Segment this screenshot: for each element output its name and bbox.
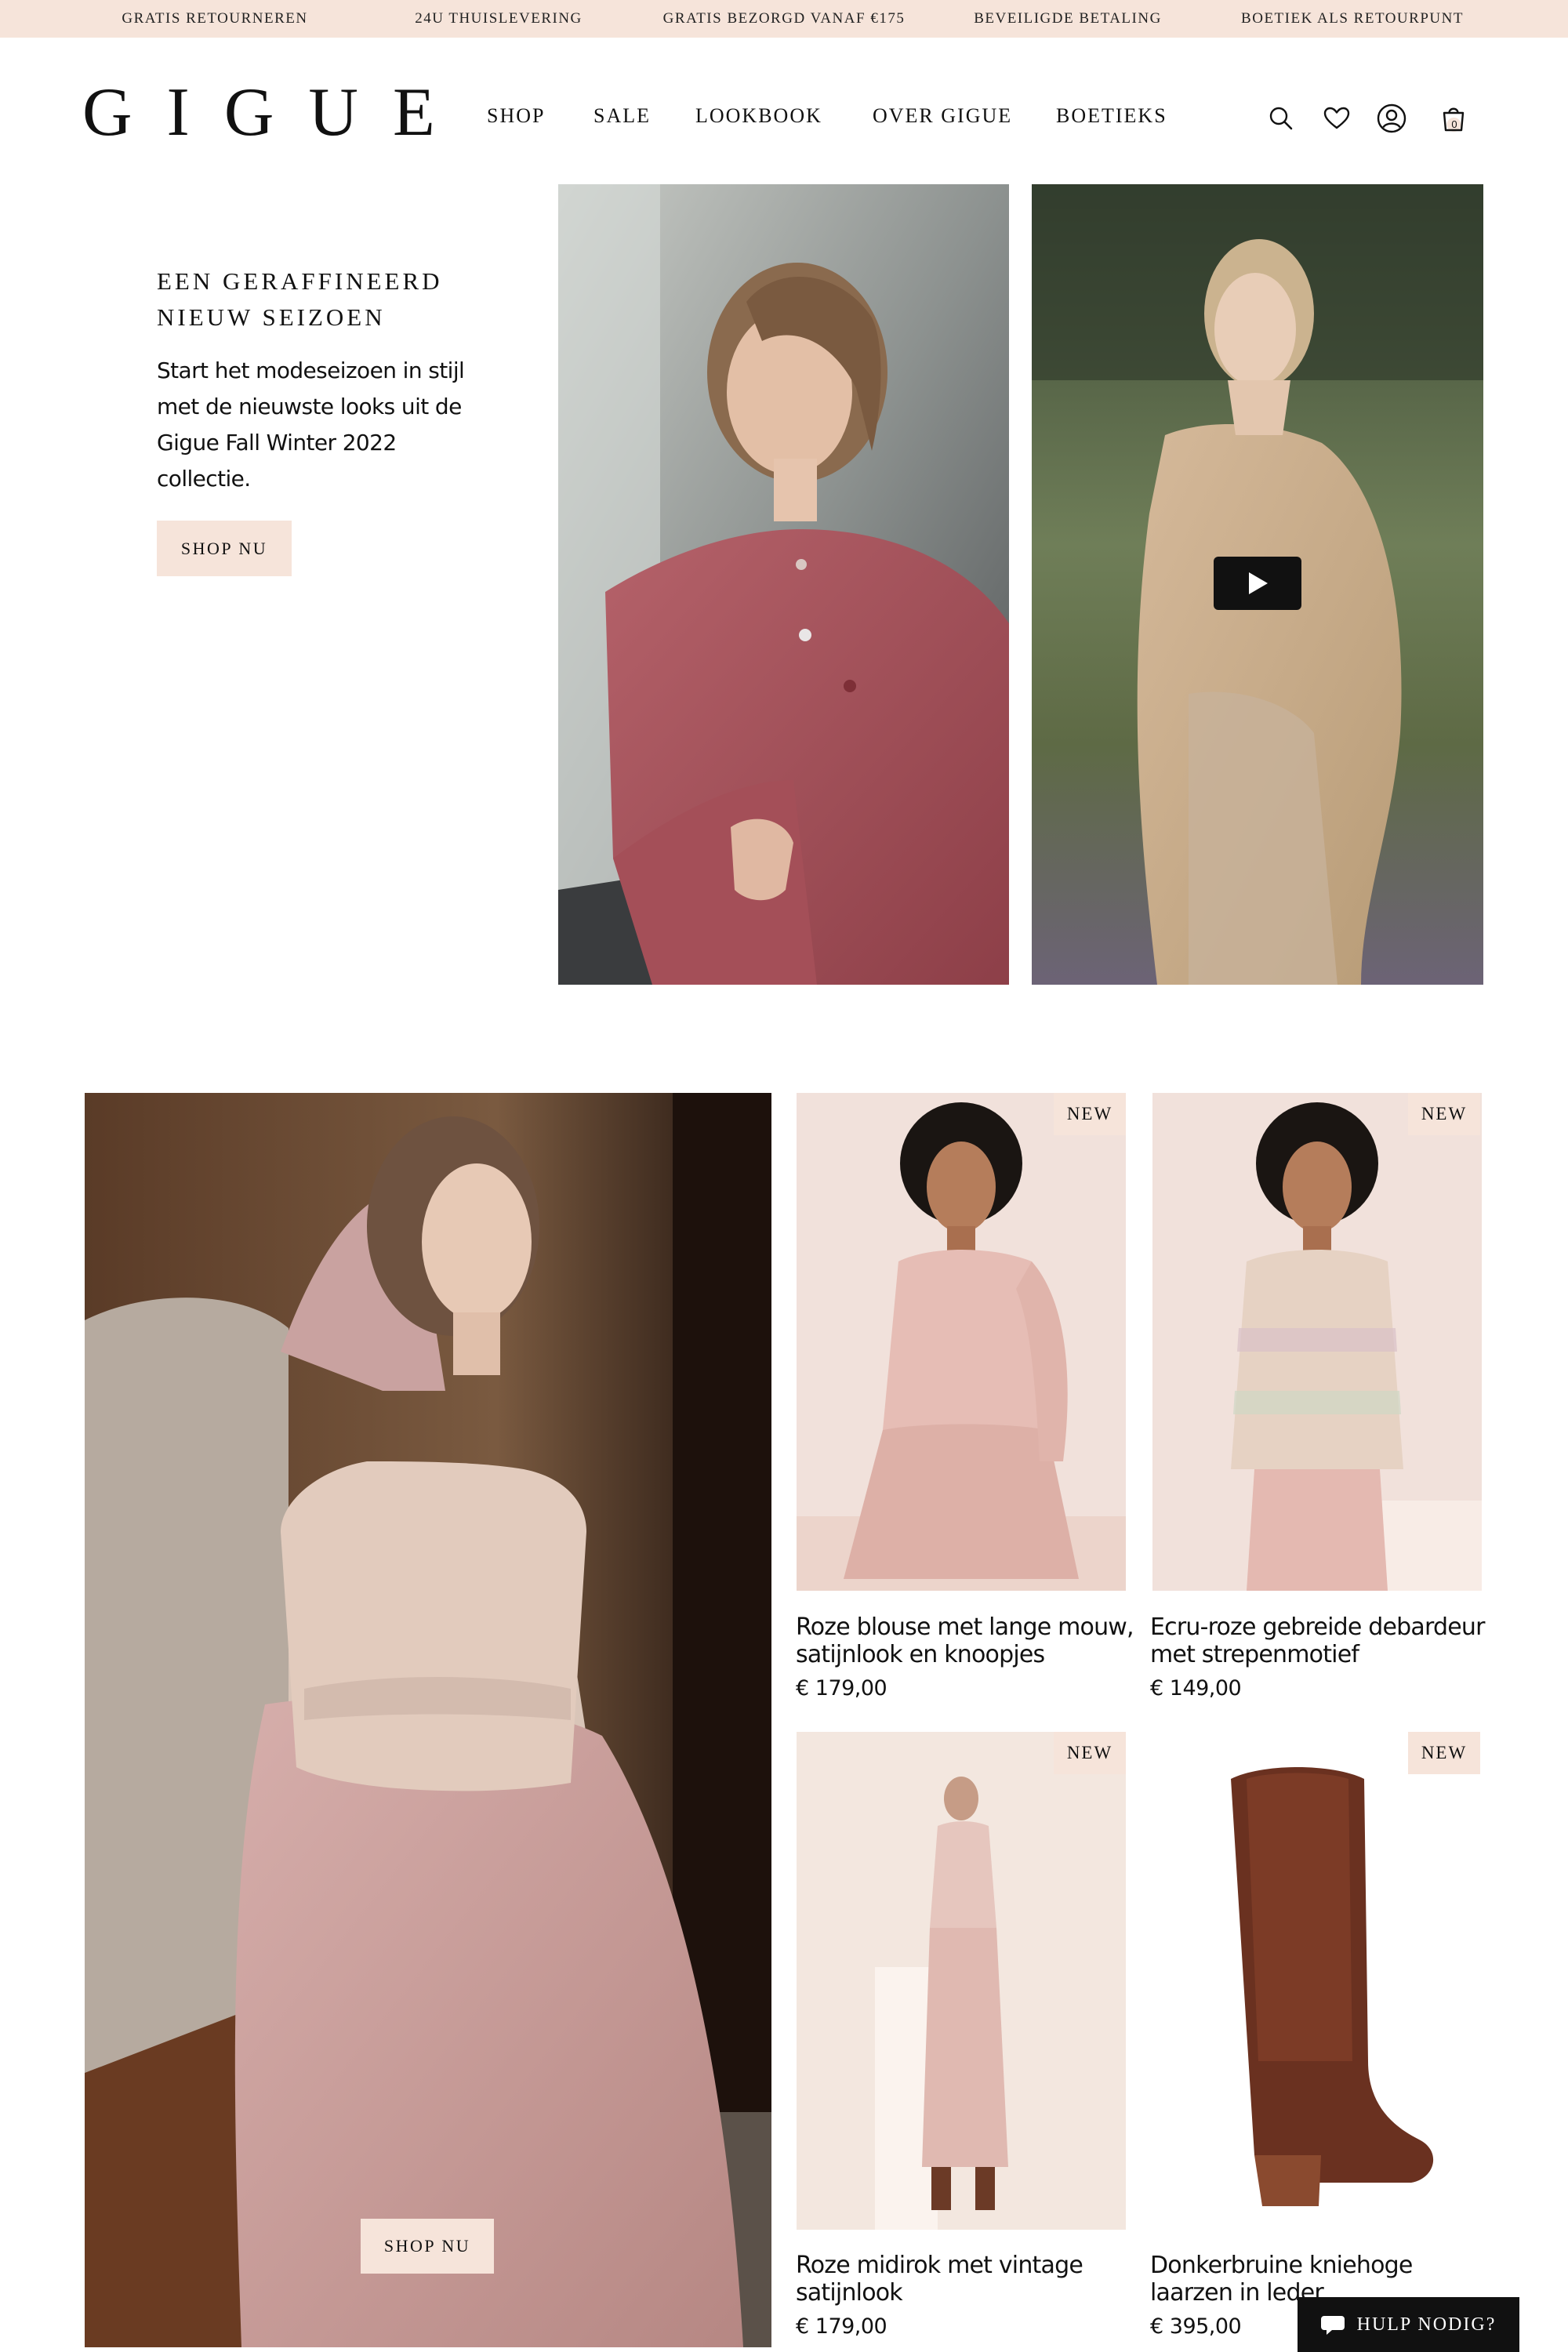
video-play-button[interactable] [1214, 557, 1301, 610]
account-icon[interactable] [1376, 103, 1407, 134]
model-in-chair-illustration [85, 1093, 771, 2347]
nav-lookbook[interactable]: LOOKBOOK [695, 104, 822, 128]
heart-icon[interactable] [1321, 103, 1352, 134]
play-icon [1249, 572, 1268, 594]
hero-image-red-shirt[interactable] [558, 184, 1009, 985]
nav-boetieks[interactable]: BOETIEKS [1056, 104, 1167, 128]
announcement-delivery: 24U THUISLEVERING [415, 10, 583, 27]
product-price-laarzen: € 395,00 [1150, 2314, 1242, 2339]
nav-sale[interactable]: SALE [593, 104, 651, 128]
cart-count: 0 [1451, 118, 1457, 130]
hero-shop-button[interactable]: SHOP NU [157, 521, 292, 576]
product-badge-new: NEW [1054, 1732, 1126, 1774]
product-name-debardeur[interactable]: Ecru-roze gebreide debardeur met strepen… [1150, 1613, 1495, 1668]
feature-image[interactable] [85, 1093, 771, 2347]
announcement-bar: GRATIS RETOURNEREN 24U THUISLEVERING GRA… [0, 0, 1568, 38]
announcement-free-shipping: GRATIS BEZORGD VANAF €175 [662, 10, 906, 27]
feature-shop-button[interactable]: SHOP NU [361, 2219, 494, 2274]
product-price-blouse: € 179,00 [796, 1676, 887, 1700]
announcement-free-returns: GRATIS RETOURNEREN [122, 10, 308, 27]
chat-icon [1320, 2316, 1345, 2335]
knit-debardeur-model-illustration [1152, 1093, 1482, 1591]
bag-icon[interactable]: 0 [1438, 103, 1469, 134]
pink-blouse-model-illustration [797, 1093, 1126, 1591]
product-image-debardeur[interactable] [1152, 1093, 1482, 1591]
search-icon[interactable] [1265, 103, 1297, 134]
red-shirt-illustration [558, 184, 1009, 985]
nav-over-gigue[interactable]: OVER GIGUE [873, 104, 1012, 128]
product-price-debardeur: € 149,00 [1150, 1676, 1242, 1700]
product-badge-new: NEW [1408, 1732, 1480, 1774]
help-label: HULP NODIG? [1356, 2314, 1497, 2335]
announcement-secure-payment: BEVEILIGDE BETALING [974, 10, 1162, 27]
brown-boot-illustration [1152, 1732, 1482, 2230]
announcement-boutique-return: BOETIEK ALS RETOURPUNT [1241, 10, 1464, 27]
hero-title: EEN GERAFFINEERD NIEUW SEIZOEN [157, 267, 443, 331]
hero-text: Start het modeseizoen in stijl met de ni… [157, 358, 465, 492]
product-price-midirok: € 179,00 [796, 2314, 887, 2339]
help-button[interactable]: HULP NODIG? [1298, 2297, 1519, 2352]
product-name-blouse[interactable]: Roze blouse met lange mouw, satijnlook e… [796, 1613, 1141, 1668]
product-badge-new: NEW [1408, 1093, 1480, 1135]
nav-shop[interactable]: SHOP [487, 104, 545, 128]
product-image-midirok[interactable] [797, 1732, 1126, 2230]
product-image-laarzen[interactable] [1152, 1732, 1482, 2230]
site-logo[interactable]: GIGUE [82, 78, 470, 147]
pink-skirt-model-illustration [797, 1732, 1126, 2230]
product-image-blouse[interactable] [797, 1093, 1126, 1591]
product-badge-new: NEW [1054, 1093, 1126, 1135]
product-name-midirok[interactable]: Roze midirok met vintage satijnlook [796, 2252, 1141, 2307]
